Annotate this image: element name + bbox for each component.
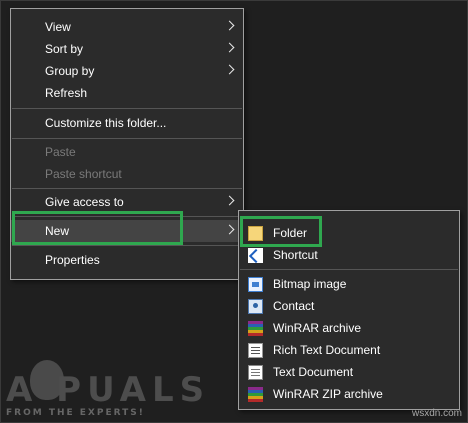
submenu-item-winrar-zip[interactable]: WinRAR ZIP archive — [239, 383, 459, 405]
submenu-item-label: WinRAR archive — [273, 321, 362, 335]
submenu-item-label: Bitmap image — [273, 277, 347, 291]
chevron-right-icon — [224, 224, 235, 235]
menu-separator — [12, 108, 242, 109]
submenu-item-label: Text Document — [273, 365, 354, 379]
menu-item-group-by[interactable]: Group by — [11, 60, 243, 82]
watermark-main: A PUALS — [6, 370, 211, 410]
submenu-item-contact[interactable]: Contact — [239, 295, 459, 317]
highlight-box-new — [12, 211, 183, 245]
menu-item-view[interactable]: View — [11, 16, 243, 38]
watermark-sub: FROM THE EXPERTS! — [6, 408, 145, 418]
menu-item-label: Paste — [45, 145, 76, 159]
menu-item-paste-shortcut: Paste shortcut — [11, 163, 243, 185]
submenu-item-winrar[interactable]: WinRAR archive — [239, 317, 459, 339]
menu-separator — [12, 188, 242, 189]
winrar-icon — [248, 321, 263, 336]
menu-item-sort-by[interactable]: Sort by — [11, 38, 243, 60]
menu-item-paste: Paste — [11, 141, 243, 163]
menu-item-label: Sort by — [45, 42, 84, 56]
menu-item-label: Properties — [45, 253, 100, 267]
bitmap-icon — [248, 277, 263, 292]
submenu-item-text-document[interactable]: Text Document — [239, 361, 459, 383]
menu-item-label: Give access to — [45, 195, 124, 209]
text-document-icon — [248, 365, 263, 380]
menu-item-properties[interactable]: Properties — [11, 249, 243, 271]
submenu-item-label: Rich Text Document — [273, 343, 381, 357]
menu-item-label: Customize this folder... — [45, 116, 167, 130]
shortcut-icon — [248, 248, 263, 263]
winrar-zip-icon — [248, 387, 263, 402]
submenu-item-label: WinRAR ZIP archive — [273, 387, 383, 401]
chevron-right-icon — [224, 20, 235, 31]
submenu-item-label: Contact — [273, 299, 315, 313]
contact-icon — [248, 299, 263, 314]
chevron-right-icon — [224, 195, 235, 206]
highlight-box-folder — [240, 216, 322, 247]
submenu-item-bitmap[interactable]: Bitmap image — [239, 273, 459, 295]
submenu-item-shortcut[interactable]: Shortcut — [239, 244, 459, 266]
menu-item-label: Refresh — [45, 86, 88, 100]
menu-item-label: Paste shortcut — [45, 167, 122, 181]
menu-item-customize-folder[interactable]: Customize this folder... — [11, 112, 243, 134]
menu-separator — [12, 245, 242, 246]
chevron-right-icon — [224, 42, 235, 53]
submenu-item-label: Shortcut — [273, 248, 318, 262]
menu-separator — [12, 138, 242, 139]
menu-item-label: View — [45, 20, 71, 34]
menu-item-give-access[interactable]: Give access to — [11, 191, 243, 213]
menu-separator — [240, 269, 458, 270]
rich-text-icon — [248, 343, 263, 358]
site-label: wsxdn.com — [411, 408, 462, 419]
menu-item-refresh[interactable]: Refresh — [11, 82, 243, 104]
menu-item-label: Group by — [45, 64, 95, 78]
chevron-right-icon — [224, 64, 235, 75]
submenu-item-rich-text[interactable]: Rich Text Document — [239, 339, 459, 361]
